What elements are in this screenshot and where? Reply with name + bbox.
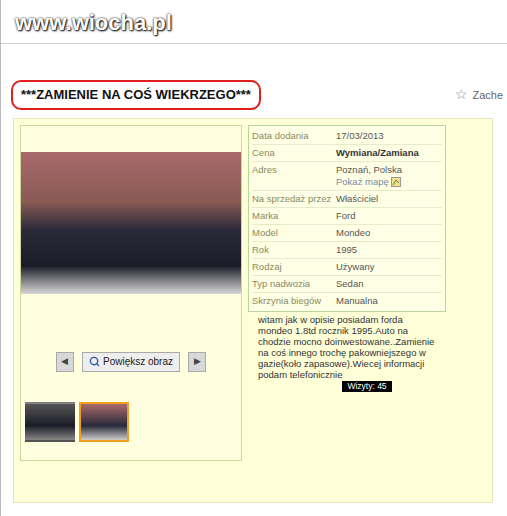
thumbnail[interactable] bbox=[79, 402, 129, 442]
next-button[interactable]: ▶ bbox=[188, 352, 206, 372]
detail-label: Cena bbox=[252, 147, 336, 159]
detail-value: Sedan bbox=[336, 278, 363, 290]
detail-row: RodzajUżywany bbox=[252, 259, 442, 276]
detail-row: Na sprzedaż przezWłaściciel bbox=[252, 191, 442, 208]
gallery-nav: ◀ Powiększ obraz ▶ bbox=[21, 352, 241, 372]
watermark-bar: www.wiocha.pl bbox=[1, 0, 507, 44]
detail-label: Rodzaj bbox=[252, 261, 336, 273]
gallery: ◀ Powiększ obraz ▶ bbox=[20, 125, 242, 461]
header-row: ***ZAMIENIE NA COŚ WIEKRZEGO*** ☆Zache bbox=[1, 80, 507, 110]
zoom-button[interactable]: Powiększ obraz bbox=[82, 352, 180, 372]
detail-value: Wymiana/Zamiana bbox=[336, 147, 419, 159]
detail-row: MarkaFord bbox=[252, 208, 442, 225]
details-table: Data dodania17/03/2013CenaWymiana/Zamian… bbox=[248, 125, 446, 312]
detail-value: Poznań, PolskaPokaż mapę bbox=[336, 164, 402, 188]
detail-label: Adres bbox=[252, 164, 336, 188]
description: witam jak w opisie posiadam forda mondeo… bbox=[248, 314, 446, 380]
detail-row: CenaWymiana/Zamiana bbox=[252, 145, 442, 162]
detail-label: Data dodania bbox=[252, 130, 336, 142]
detail-label: Na sprzedaż przez bbox=[252, 193, 336, 205]
page: www.wiocha.pl ***ZAMIENIE NA COŚ WIEKRZEG… bbox=[0, 0, 507, 516]
detail-row: ModelMondeo bbox=[252, 225, 442, 242]
photo bbox=[21, 152, 241, 294]
magnifier-icon bbox=[89, 356, 100, 367]
star-icon: ☆ bbox=[455, 84, 468, 105]
zoom-label: Powiększ obraz bbox=[103, 354, 173, 369]
detail-value: Mondeo bbox=[336, 227, 370, 239]
prev-button[interactable]: ◀ bbox=[56, 352, 74, 372]
detail-row: Skrzynia biegówManualna bbox=[252, 293, 442, 309]
watermark: www.wiocha.pl bbox=[15, 10, 172, 35]
thumbnail[interactable] bbox=[25, 402, 75, 442]
detail-label: Model bbox=[252, 227, 336, 239]
thumbnails bbox=[21, 402, 241, 442]
detail-value: Właściciel bbox=[336, 193, 378, 205]
watch-button[interactable]: ☆Zache bbox=[455, 84, 503, 105]
detail-value: 17/03/2013 bbox=[336, 130, 384, 142]
detail-label: Skrzynia biegów bbox=[252, 295, 336, 307]
detail-value: Używany bbox=[336, 261, 375, 273]
listing-title: ***ZAMIENIE NA COŚ WIEKRZEGO*** bbox=[11, 80, 261, 110]
details-column: Data dodania17/03/2013CenaWymiana/Zamian… bbox=[248, 125, 446, 496]
detail-label: Marka bbox=[252, 210, 336, 222]
detail-label: Rok bbox=[252, 244, 336, 256]
detail-row: Data dodania17/03/2013 bbox=[252, 128, 442, 145]
detail-row: Rok1995 bbox=[252, 242, 442, 259]
watch-label: Zache bbox=[472, 87, 503, 104]
visits-badge: Wizyty: 45 bbox=[342, 381, 391, 392]
detail-label: Typ nadwozia bbox=[252, 278, 336, 290]
detail-value: 1995 bbox=[336, 244, 357, 256]
detail-value: Manualna bbox=[336, 295, 378, 307]
detail-row: Typ nadwoziaSedan bbox=[252, 276, 442, 293]
detail-row: AdresPoznań, PolskaPokaż mapę bbox=[252, 162, 442, 191]
detail-value: Ford bbox=[336, 210, 356, 222]
map-icon bbox=[391, 177, 401, 187]
listing-panel: ◀Powiększ obraz▶Data dodania17/03/2013Ce… bbox=[13, 118, 493, 503]
map-link[interactable]: Pokaż mapę bbox=[336, 176, 402, 188]
visits-row: Wizyty: 45 bbox=[248, 381, 446, 392]
